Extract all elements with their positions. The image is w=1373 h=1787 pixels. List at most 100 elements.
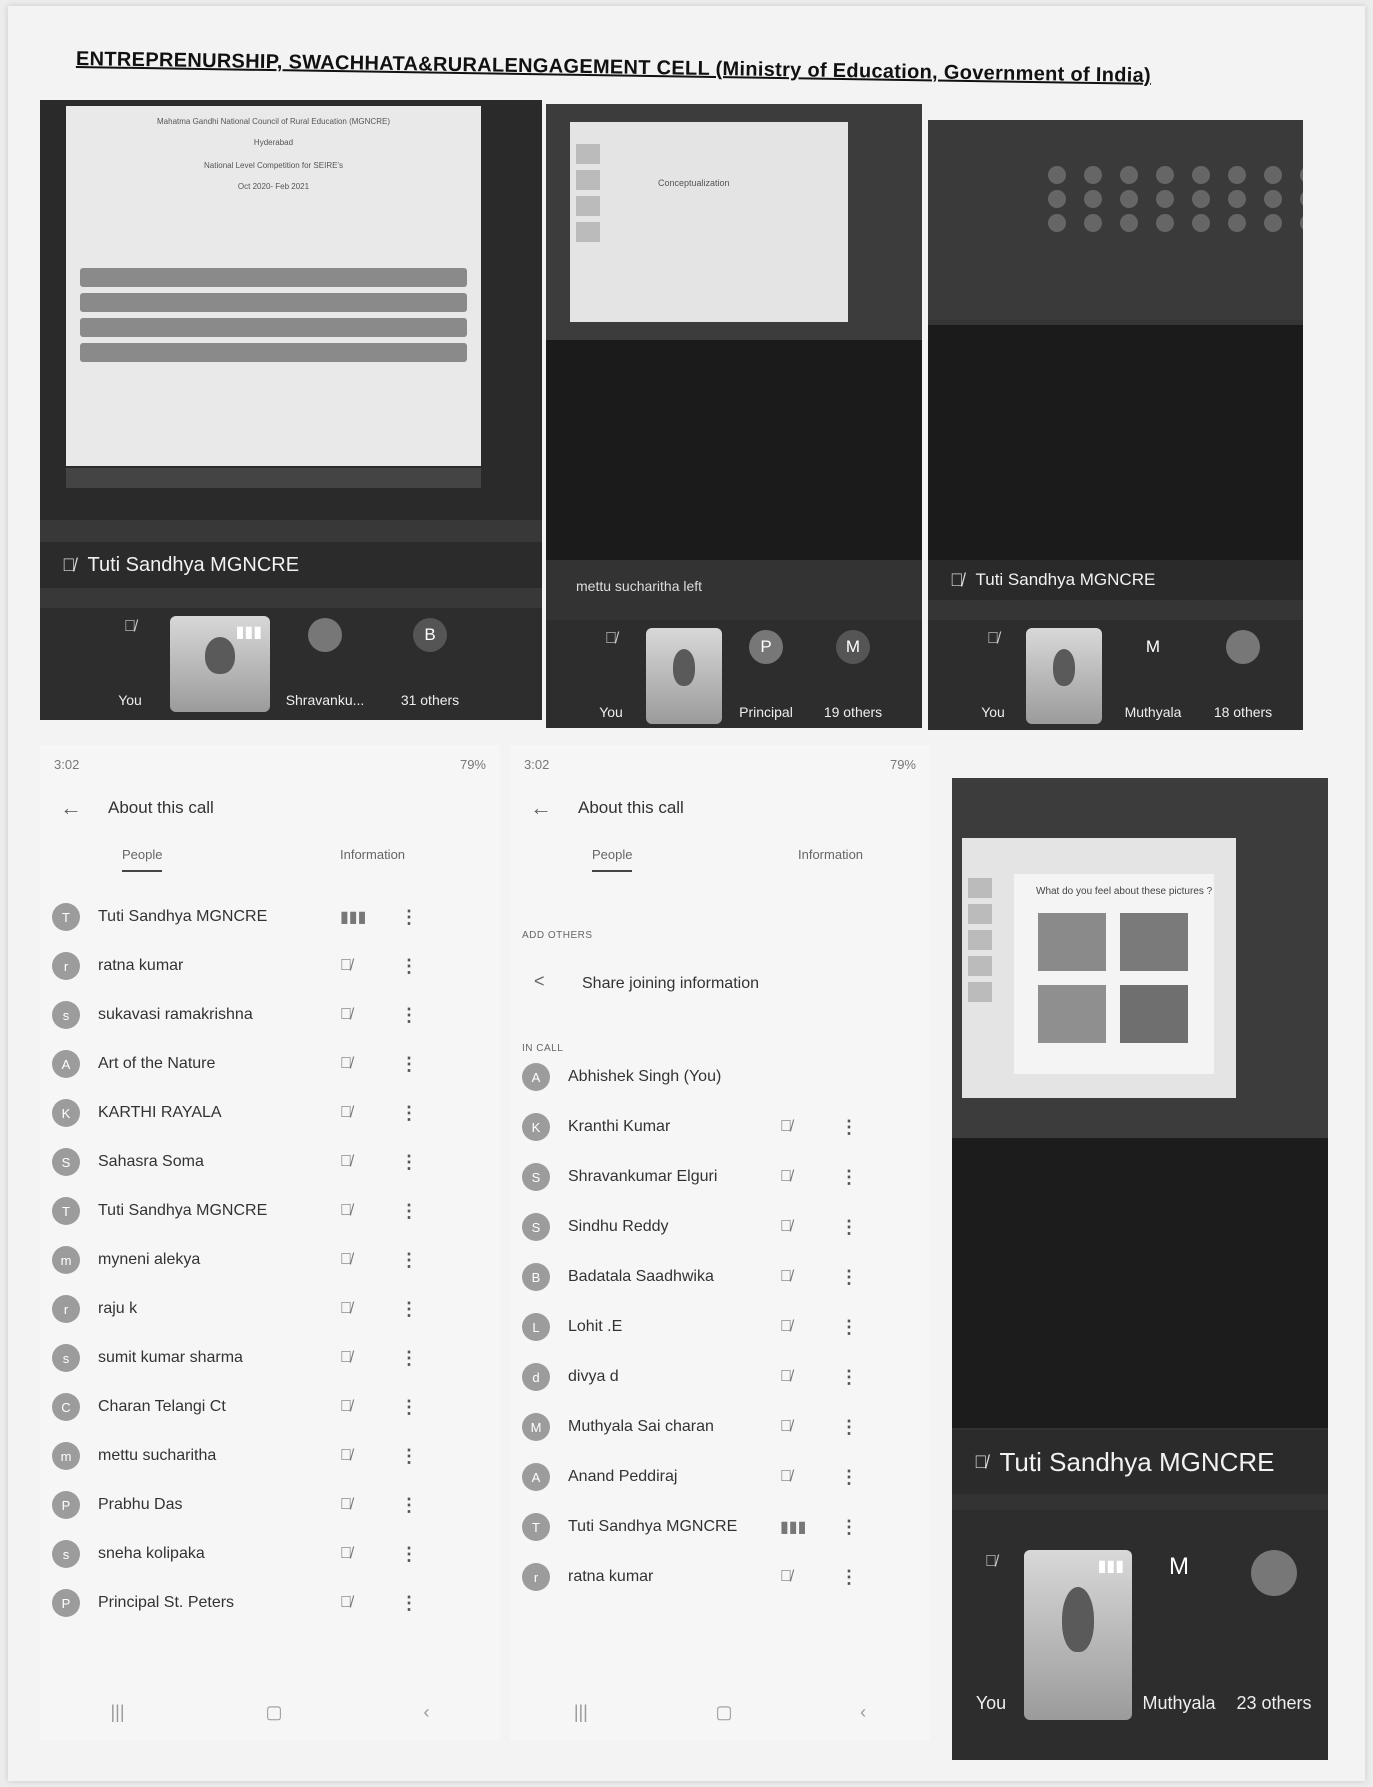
avatar: m — [52, 1442, 80, 1470]
doc-line: Hyderabad — [253, 138, 294, 147]
participant-row[interactable]: A Art of the Nature 🎙̸ ⋮ — [40, 1042, 500, 1086]
participant-row[interactable]: d divya d 🎙̸ ⋮ — [510, 1355, 930, 1399]
participant-row[interactable]: P Prabhu Das 🎙̸ ⋮ — [40, 1483, 500, 1527]
others-tile[interactable]: 18 others — [1198, 630, 1288, 726]
participant-row[interactable]: r ratna kumar 🎙̸ ⋮ — [40, 944, 500, 988]
more-options-icon[interactable]: ⋮ — [840, 1417, 858, 1438]
tab-people[interactable]: People — [592, 847, 633, 872]
more-options-icon[interactable]: ⋮ — [840, 1517, 858, 1538]
participant-row[interactable]: r ratna kumar 🎙̸ ⋮ — [510, 1555, 930, 1599]
others-tile[interactable]: 23 others — [1224, 1550, 1324, 1720]
participant-name: Sahasra Soma — [98, 1153, 204, 1170]
more-options-icon[interactable]: ⋮ — [840, 1267, 858, 1288]
more-options-icon[interactable]: ⋮ — [400, 1152, 418, 1173]
participant-row[interactable]: m mettu sucharitha 🎙̸ ⋮ — [40, 1434, 500, 1478]
more-options-icon[interactable]: ⋮ — [400, 1103, 418, 1124]
more-options-icon[interactable]: ⋮ — [400, 1593, 418, 1614]
avatar: M — [522, 1413, 550, 1441]
more-options-icon[interactable]: ⋮ — [840, 1167, 858, 1188]
back-arrow-icon[interactable]: ← — [60, 795, 82, 821]
speaking-icon: ▮▮▮ — [340, 909, 367, 926]
mic-off-icon: 🎙̸ — [780, 1118, 792, 1135]
more-options-icon[interactable]: ⋮ — [400, 1544, 418, 1565]
tile-label: You — [981, 704, 1005, 720]
avatar: A — [52, 1050, 80, 1078]
tile-label: 23 others — [1236, 1693, 1312, 1713]
others-tile[interactable]: M 19 others — [808, 630, 898, 726]
more-options-icon[interactable]: ⋮ — [400, 1495, 418, 1516]
participant-strip: 🎙̸ You ▮▮▮ M Muthyala 23 others — [952, 1510, 1328, 1760]
back-nav-icon[interactable]: ‹ — [860, 1702, 866, 1732]
slide-question: What do you feel about these pictures ? — [1036, 886, 1213, 897]
more-options-icon[interactable]: ⋮ — [400, 1299, 418, 1320]
participant-row[interactable]: T Tuti Sandhya MGNCRE ▮▮▮ ⋮ — [40, 895, 500, 939]
more-options-icon[interactable]: ⋮ — [840, 1567, 858, 1588]
others-tile[interactable]: B 31 others — [380, 618, 480, 714]
more-options-icon[interactable]: ⋮ — [400, 907, 418, 928]
avatar — [1226, 630, 1260, 664]
participant-row[interactable]: T Tuti Sandhya MGNCRE 🎙̸ ⋮ — [40, 1189, 500, 1233]
participant-row[interactable]: s sukavasi ramakrishna 🎙̸ ⋮ — [40, 993, 500, 1037]
participant-name: Badatala Saadhwika — [568, 1268, 714, 1285]
more-options-icon[interactable]: ⋮ — [400, 1201, 418, 1222]
self-tile[interactable]: 🎙̸ You — [100, 618, 160, 714]
tab-information[interactable]: Information — [798, 847, 863, 862]
participant-row[interactable]: m myneni alekya 🎙̸ ⋮ — [40, 1238, 500, 1282]
meet-screenshot-4: What do you feel about these pictures ? … — [952, 778, 1328, 1760]
more-options-icon[interactable]: ⋮ — [400, 1446, 418, 1467]
more-options-icon[interactable]: ⋮ — [400, 1397, 418, 1418]
participant-row[interactable]: L Lohit .E 🎙̸ ⋮ — [510, 1305, 930, 1349]
system-nav-bar: ||| ▢ ‹ — [510, 1702, 930, 1732]
more-options-icon[interactable]: ⋮ — [400, 956, 418, 977]
recents-icon[interactable]: ||| — [110, 1702, 124, 1732]
participant-row[interactable]: K Kranthi Kumar 🎙̸ ⋮ — [510, 1105, 930, 1149]
more-options-icon[interactable]: ⋮ — [400, 1348, 418, 1369]
avatar: S — [52, 1148, 80, 1176]
avatar: P — [52, 1589, 80, 1617]
more-options-icon[interactable]: ⋮ — [840, 1317, 858, 1338]
more-options-icon[interactable]: ⋮ — [840, 1367, 858, 1388]
participant-row[interactable]: r raju k 🎙̸ ⋮ — [40, 1287, 500, 1331]
more-options-icon[interactable]: ⋮ — [400, 1250, 418, 1271]
video-grid — [1048, 166, 1303, 232]
tab-information[interactable]: Information — [340, 847, 405, 862]
participant-tile[interactable]: P Principal — [726, 630, 806, 726]
participant-tile[interactable]: M Muthyala — [1134, 1550, 1224, 1720]
participant-row[interactable]: B Badatala Saadhwika 🎙̸ ⋮ — [510, 1255, 930, 1299]
participant-row[interactable]: A Abhishek Singh (You) — [510, 1055, 930, 1099]
more-options-icon[interactable]: ⋮ — [840, 1117, 858, 1138]
more-options-icon[interactable]: ⋮ — [400, 1054, 418, 1075]
avatar: d — [522, 1363, 550, 1391]
participant-row[interactable]: S Sahasra Soma 🎙̸ ⋮ — [40, 1140, 500, 1184]
participant-row[interactable]: M Muthyala Sai charan 🎙̸ ⋮ — [510, 1405, 930, 1449]
home-icon[interactable]: ▢ — [715, 1702, 732, 1732]
home-icon[interactable]: ▢ — [266, 1702, 283, 1732]
participant-row[interactable]: S Sindhu Reddy 🎙̸ ⋮ — [510, 1205, 930, 1249]
recents-icon[interactable]: ||| — [574, 1702, 588, 1732]
mic-off-icon: 🎙̸ — [780, 1368, 792, 1385]
self-tile[interactable]: 🎙̸ You — [968, 630, 1018, 726]
tab-people[interactable]: People — [122, 847, 163, 872]
share-icon[interactable]: < — [534, 971, 545, 992]
participant-grid — [928, 120, 1303, 320]
participant-row[interactable]: S Shravankumar Elguri 🎙̸ ⋮ — [510, 1155, 930, 1199]
participant-row[interactable]: C Charan Telangi Ct 🎙̸ ⋮ — [40, 1385, 500, 1429]
back-arrow-icon[interactable]: ← — [530, 795, 552, 821]
self-tile[interactable]: 🎙̸ You — [966, 1550, 1016, 1720]
share-joining-info-button[interactable]: Share joining information — [582, 975, 759, 993]
participant-tile[interactable]: Shravanku... — [270, 618, 380, 714]
more-options-icon[interactable]: ⋮ — [400, 1005, 418, 1026]
mic-off-icon: 🎙̸ — [124, 618, 136, 635]
participant-tile[interactable]: M Muthyala — [1108, 630, 1198, 726]
participant-row[interactable]: A Anand Peddiraj 🎙̸ ⋮ — [510, 1455, 930, 1499]
back-nav-icon[interactable]: ‹ — [424, 1702, 430, 1732]
speaker-name: Tuti Sandhya MGNCRE — [999, 1446, 1275, 1477]
self-tile[interactable]: 🎙̸ You — [586, 630, 636, 726]
participant-row[interactable]: T Tuti Sandhya MGNCRE ▮▮▮ ⋮ — [510, 1505, 930, 1549]
participant-row[interactable]: s sneha kolipaka 🎙̸ ⋮ — [40, 1532, 500, 1576]
more-options-icon[interactable]: ⋮ — [840, 1467, 858, 1488]
more-options-icon[interactable]: ⋮ — [840, 1217, 858, 1238]
participant-row[interactable]: s sumit kumar sharma 🎙̸ ⋮ — [40, 1336, 500, 1380]
participant-row[interactable]: K KARTHI RAYALA 🎙̸ ⋮ — [40, 1091, 500, 1135]
participant-row[interactable]: P Principal St. Peters 🎙̸ ⋮ — [40, 1581, 500, 1625]
